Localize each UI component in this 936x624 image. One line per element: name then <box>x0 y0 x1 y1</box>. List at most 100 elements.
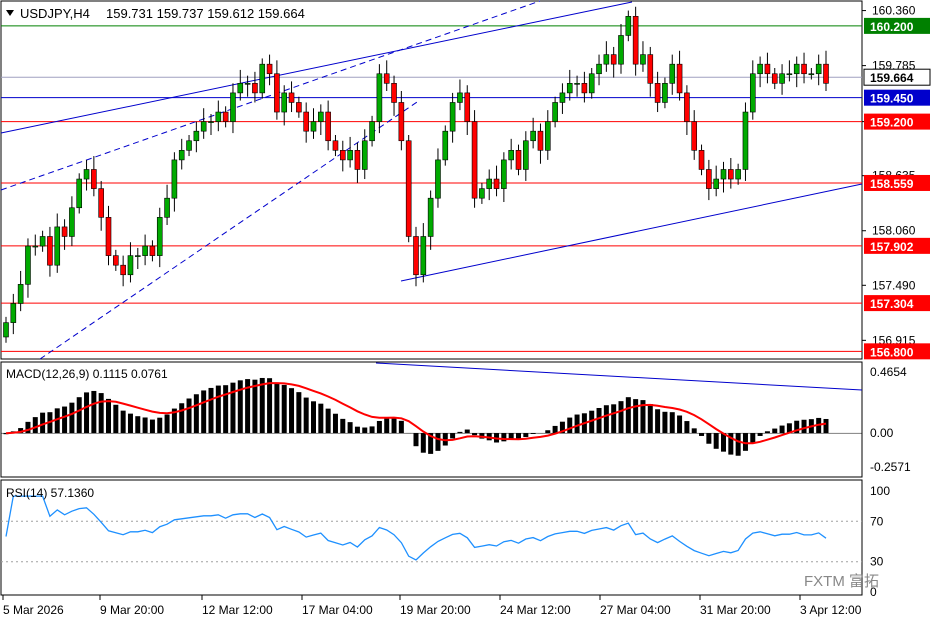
macd-bar <box>223 385 229 434</box>
rsi-tick-label: 70 <box>870 514 884 528</box>
macd-bar <box>208 387 214 434</box>
candle <box>149 240 156 262</box>
candle <box>296 96 302 118</box>
candle <box>764 52 771 84</box>
candle <box>310 108 317 139</box>
candle <box>808 68 815 80</box>
macd-bar <box>354 426 360 434</box>
candle <box>640 41 646 72</box>
candle <box>54 213 61 273</box>
level-tag-label: 159.450 <box>870 92 914 106</box>
candle <box>142 234 148 266</box>
candle <box>552 96 558 128</box>
candle <box>654 71 661 113</box>
candle <box>544 110 551 160</box>
candle <box>691 110 698 160</box>
candle <box>193 121 200 153</box>
macd-bar <box>757 433 763 436</box>
rsi-line <box>5 495 827 561</box>
candle <box>471 110 478 208</box>
symbol-dropdown-icon <box>6 10 14 16</box>
macd-bar <box>530 433 536 434</box>
macd-bar <box>274 382 280 434</box>
macd-bar <box>289 388 295 434</box>
macd-bar <box>464 429 470 434</box>
candle <box>801 52 807 84</box>
macd-bar <box>164 414 170 434</box>
macd-bar <box>362 427 368 434</box>
macd-bar <box>62 406 68 434</box>
macd-bar <box>32 417 38 434</box>
candle <box>222 106 229 128</box>
candle <box>215 100 222 132</box>
macd-bar <box>420 433 426 453</box>
candle <box>281 85 288 126</box>
rsi-tick-label: 30 <box>870 555 884 569</box>
price-tick-label: 160.360 <box>872 4 916 18</box>
candle <box>537 123 544 164</box>
candle <box>523 131 529 181</box>
macd-bar <box>523 433 529 438</box>
macd-bar <box>618 401 624 434</box>
macd-bar <box>823 418 829 434</box>
macd-bar <box>655 409 661 434</box>
macd-bar <box>764 431 770 434</box>
macd-bar <box>303 397 309 434</box>
macd-bar <box>706 433 712 444</box>
candle <box>134 247 141 270</box>
macd-bar <box>772 428 778 434</box>
candle <box>464 85 471 136</box>
macd-bar <box>567 417 573 434</box>
current-price-tag-label: 159.664 <box>870 71 914 85</box>
macd-bar <box>259 377 265 434</box>
candle <box>288 81 295 113</box>
rsi-panel <box>1 495 862 563</box>
candle <box>559 83 566 114</box>
candle <box>274 60 280 120</box>
macd-bar <box>603 405 609 434</box>
candle <box>742 102 749 181</box>
candle <box>156 207 163 268</box>
macd-bar <box>325 408 331 434</box>
upper-trendline <box>0 1 633 134</box>
price-panel-frame <box>0 0 863 360</box>
candle <box>347 136 353 168</box>
macd-bar <box>127 413 133 434</box>
macd-tick-label: 0.00 <box>870 426 894 440</box>
candle <box>237 69 244 101</box>
candle <box>47 226 53 277</box>
macd-bar <box>267 378 273 434</box>
macd-bar <box>450 433 456 439</box>
macd-bar <box>186 398 192 434</box>
candle <box>200 108 207 139</box>
macd-bar <box>296 392 302 434</box>
macd-bar <box>98 393 104 434</box>
macd-bar <box>596 407 602 434</box>
macd-bar <box>647 404 653 434</box>
time-tick-label: 17 Mar 04:00 <box>302 603 373 617</box>
macd-bar <box>376 420 382 434</box>
candle <box>728 157 734 189</box>
macd-bar <box>611 404 617 434</box>
candle <box>735 163 741 185</box>
macd-bar <box>106 398 111 434</box>
time-tick-label: 12 Mar 12:00 <box>202 603 273 617</box>
candle <box>420 223 427 283</box>
macd-bar <box>391 417 397 434</box>
candle <box>178 138 185 170</box>
candle <box>508 138 514 170</box>
candle <box>383 60 390 91</box>
candle <box>369 115 375 147</box>
macd-bar <box>215 385 221 434</box>
candle <box>757 56 763 88</box>
candle <box>10 293 17 335</box>
macd-bar <box>384 417 390 434</box>
time-tick-label: 3 Apr 12:00 <box>800 603 862 617</box>
candle <box>479 182 485 204</box>
level-tag-label: 160.200 <box>870 20 914 34</box>
candle <box>588 68 595 99</box>
macd-bar <box>662 411 668 434</box>
macd-bar <box>472 433 478 436</box>
candle <box>684 85 690 136</box>
price-panel <box>0 0 863 360</box>
